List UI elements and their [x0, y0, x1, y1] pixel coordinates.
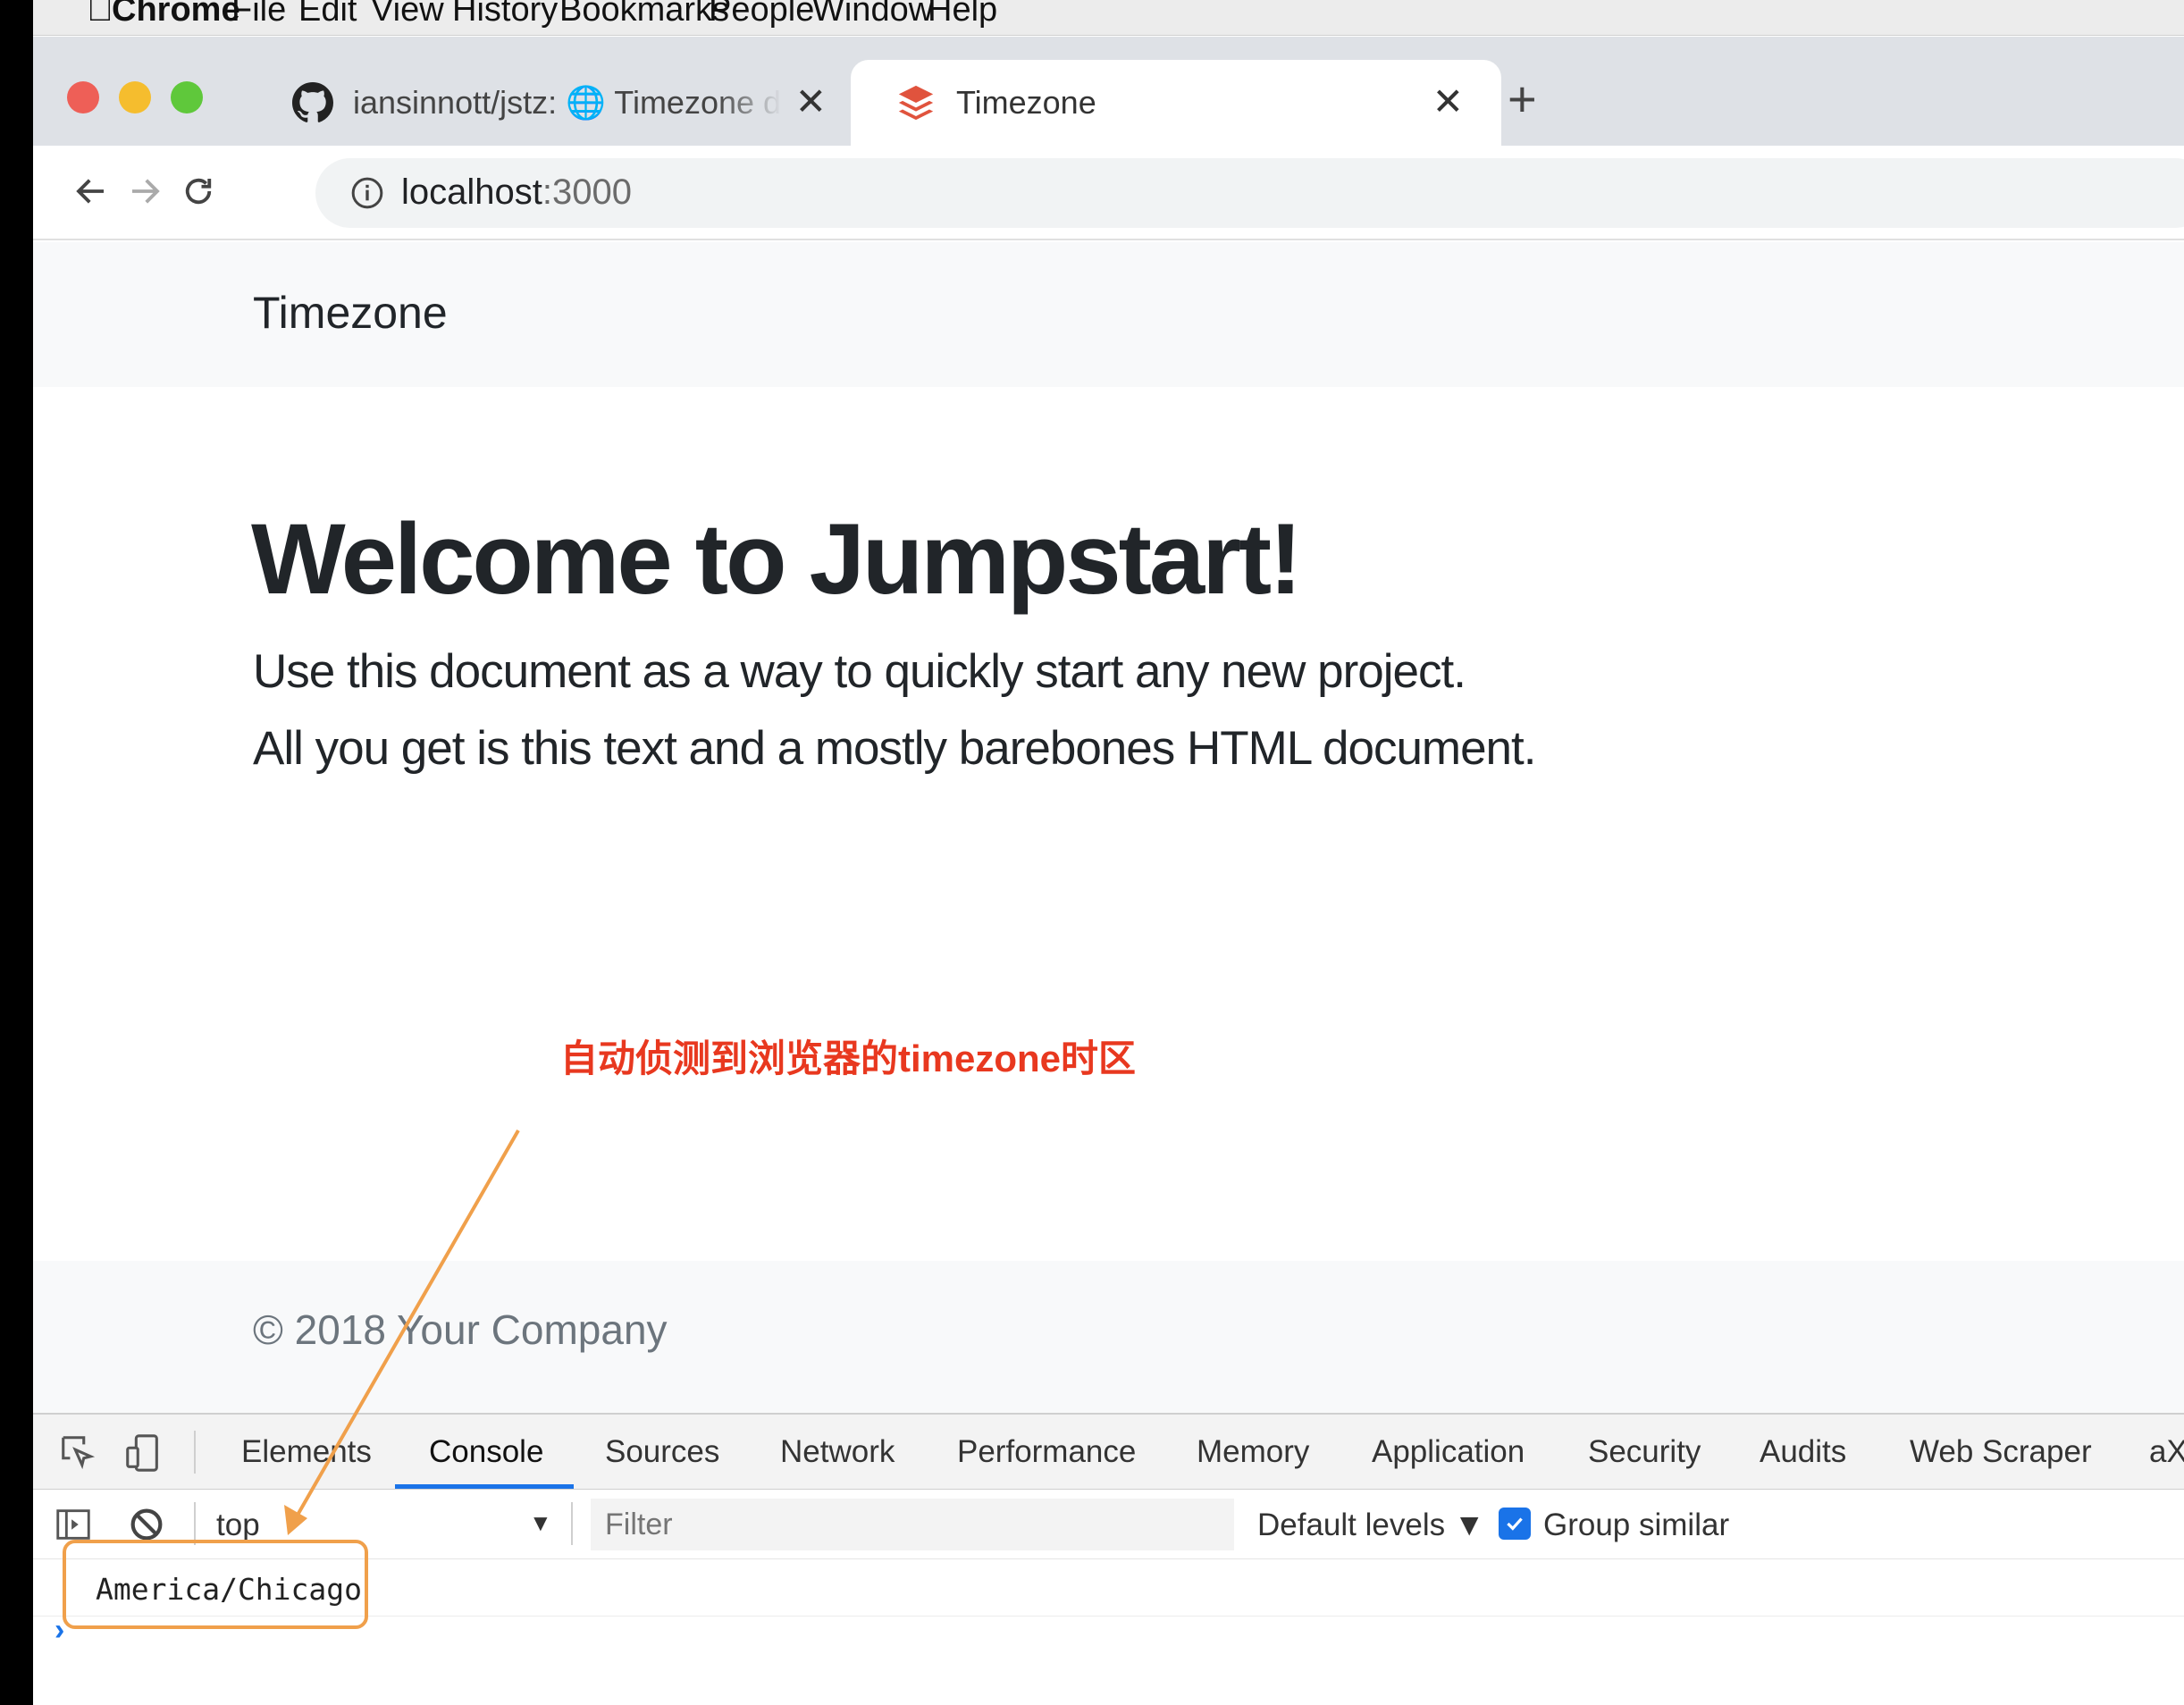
site-navbar: Timezone — [33, 242, 2184, 387]
url-text: localhost:3000 — [401, 172, 632, 213]
tab-github[interactable]: iansinnott/jstz: 🌐 Timezone de ✕ — [248, 60, 864, 146]
lead-line-2: All you get is this text and a mostly ba… — [253, 722, 1536, 775]
menu-history[interactable]: History — [452, 0, 558, 29]
footer-copyright: © 2018 Your Company — [253, 1306, 668, 1353]
devtools-tab-console[interactable]: Console — [429, 1434, 543, 1470]
tab-title-timezone: Timezone — [956, 84, 1096, 121]
console-filter-input[interactable] — [591, 1499, 1234, 1550]
devtools-tab-elements[interactable]: Elements — [241, 1434, 372, 1470]
page-heading: Welcome to Jumpstart! — [251, 503, 1302, 615]
group-similar-checkbox[interactable] — [1499, 1508, 1531, 1540]
info-icon[interactable] — [349, 175, 385, 211]
devtools-tab-sources[interactable]: Sources — [605, 1434, 719, 1470]
back-arrow-icon[interactable] — [69, 169, 113, 214]
devtools-tab-ax[interactable]: aX — [2149, 1434, 2184, 1470]
devtools-tab-bar: Elements Console Sources Network Perform… — [33, 1415, 2184, 1490]
left-black-strip — [0, 0, 33, 1705]
browser-toolbar: localhost:3000 — [33, 146, 2184, 240]
active-tab-indicator — [395, 1484, 574, 1489]
window-close-button[interactable] — [67, 81, 99, 113]
url-host: localhost — [401, 172, 542, 212]
devtools-panel: Elements Console Sources Network Perform… — [33, 1413, 2184, 1705]
window-minimize-button[interactable] — [119, 81, 151, 113]
reload-icon[interactable] — [176, 169, 221, 214]
menu-view[interactable]: View — [371, 0, 444, 29]
devtools-tab-application[interactable]: Application — [1372, 1434, 1525, 1470]
menu-bookmarks[interactable]: Bookmarks — [559, 0, 729, 29]
tab-timezone[interactable]: Timezone ✕ — [851, 60, 1501, 146]
layers-icon — [895, 82, 937, 123]
menu-app-chrome[interactable]: Chrome — [112, 0, 240, 29]
context-selector[interactable]: top — [216, 1508, 260, 1543]
log-levels-dropdown[interactable]: Default levels ▼ — [1257, 1508, 1484, 1543]
menu-edit[interactable]: Edit — [298, 0, 357, 29]
devtools-separator — [194, 1431, 196, 1474]
macos-menu-bar:  Chrome File Edit View History Bookmark… — [33, 0, 2184, 36]
annotation-label: 自动侦测到浏览器的timezone时区 — [560, 1037, 1137, 1079]
menu-people[interactable]: People — [709, 0, 814, 29]
console-toolbar-separator — [194, 1502, 196, 1545]
apple-icon[interactable]:  — [87, 0, 113, 29]
navbar-brand[interactable]: Timezone — [253, 287, 448, 339]
devtools-tab-network[interactable]: Network — [780, 1434, 895, 1470]
devtools-tab-security[interactable]: Security — [1588, 1434, 1701, 1470]
close-tab-icon[interactable]: ✕ — [795, 83, 827, 121]
menu-help[interactable]: Help — [928, 0, 997, 29]
tab-title-github: iansinnott/jstz: 🌐 Timezone de — [353, 84, 782, 121]
devtools-tab-memory[interactable]: Memory — [1197, 1434, 1309, 1470]
device-toolbar-icon[interactable] — [122, 1432, 164, 1474]
context-dropdown-icon[interactable]: ▼ — [529, 1509, 552, 1537]
devtools-tab-audits[interactable]: Audits — [1760, 1434, 1846, 1470]
menu-window[interactable]: Window — [812, 0, 933, 29]
devtools-tab-web-scraper[interactable]: Web Scraper — [1910, 1434, 2092, 1470]
tab-strip: iansinnott/jstz: 🌐 Timezone de ✕ Timezon… — [33, 37, 2184, 146]
window-zoom-button[interactable] — [171, 81, 203, 113]
group-similar-label: Group similar — [1543, 1508, 1730, 1542]
console-toolbar-separator-2 — [571, 1502, 573, 1545]
new-tab-plus-icon[interactable]: + — [1508, 72, 1537, 126]
site-footer: © 2018 Your Company — [33, 1261, 2184, 1413]
address-bar[interactable]: localhost:3000 — [315, 158, 2184, 228]
lead-line-1: Use this document as a way to quickly st… — [253, 645, 1466, 698]
github-icon — [292, 82, 333, 123]
highlight-box — [63, 1540, 368, 1629]
forward-arrow-icon[interactable] — [122, 169, 167, 214]
devtools-tab-performance[interactable]: Performance — [957, 1434, 1136, 1470]
menu-file[interactable]: File — [231, 0, 286, 29]
page-viewport: Timezone Welcome to Jumpstart! Use this … — [33, 242, 2184, 1413]
url-port: :3000 — [542, 172, 632, 212]
close-tab-icon[interactable]: ✕ — [1432, 83, 1464, 121]
inspect-element-icon[interactable] — [58, 1432, 99, 1474]
console-prompt-chevron-icon[interactable]: › — [55, 1613, 64, 1648]
